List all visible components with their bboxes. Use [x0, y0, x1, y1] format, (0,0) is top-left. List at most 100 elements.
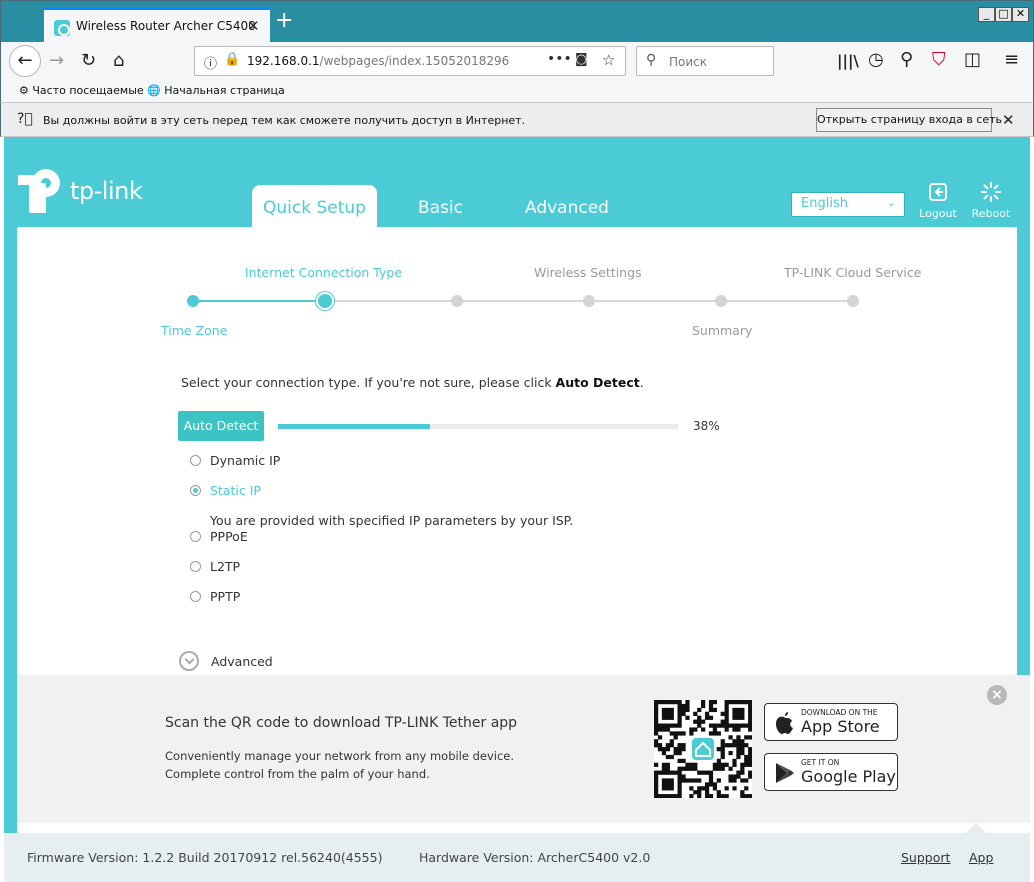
radio-static-ip[interactable]: [190, 485, 201, 496]
search-box[interactable]: ⚲ Поиск: [636, 46, 774, 76]
chevron-down-icon: ⌄: [886, 196, 896, 209]
step-label-summary: Summary: [692, 323, 753, 338]
page-footer: Firmware Version: 1.2.2 Build 20170912 r…: [4, 823, 1030, 882]
auto-detect-button[interactable]: Auto Detect: [178, 411, 264, 441]
radio-pptp[interactable]: [190, 591, 201, 602]
label-pppoe: PPPoE: [210, 529, 248, 544]
reboot-button[interactable]: Reboot: [966, 182, 1016, 220]
label-pptp: PPTP: [210, 589, 241, 604]
apple-icon: [776, 712, 793, 734]
new-tab-icon[interactable]: +: [275, 10, 293, 32]
insecure-lock-icon[interactable]: 🔒: [224, 52, 240, 67]
bookmark-most-visited[interactable]: ⚙ Часто посещаемые: [19, 84, 144, 97]
bookmark-home-page[interactable]: 🌐 Начальная страница: [147, 84, 285, 97]
url-bar[interactable]: ⓘ 🔒 192.168.0.1/webpages/index.150520182…: [194, 46, 626, 76]
close-window-icon[interactable]: ✕: [1012, 7, 1029, 22]
advanced-label: Advanced: [211, 654, 273, 669]
hardware-version: Hardware Version: ArcherC5400 v2.0: [419, 850, 651, 865]
radio-l2tp[interactable]: [190, 561, 201, 572]
search-icon: ⚲: [646, 52, 657, 68]
radio-pppoe[interactable]: [190, 531, 201, 542]
maximize-window-icon[interactable]: □: [995, 7, 1012, 22]
pocket-icon[interactable]: ◙: [575, 52, 588, 67]
logout-icon: [929, 183, 947, 201]
bookmark-label: Часто посещаемые: [32, 84, 144, 97]
tplink-favicon-icon: [54, 20, 70, 36]
zoom-search-icon[interactable]: ⚲: [900, 50, 913, 70]
tab-advanced[interactable]: Advanced: [525, 185, 609, 227]
app-link[interactable]: App: [969, 850, 993, 865]
static-ip-description: You are provided with specified IP param…: [210, 513, 574, 528]
step-dot-time-zone[interactable]: [187, 295, 199, 307]
google-play-button[interactable]: GET IT ON Google Play: [764, 753, 898, 791]
reboot-icon: [981, 182, 1001, 202]
logo-text: tp-link: [70, 177, 143, 205]
page-actions-icon[interactable]: •••: [547, 51, 572, 67]
info-icon[interactable]: ⓘ: [204, 53, 217, 72]
browser-tab[interactable]: Wireless Router Archer C5400 ✕: [44, 8, 270, 43]
step-label-wireless-settings: Wireless Settings: [534, 265, 642, 280]
home-icon[interactable]: ⌂: [113, 51, 124, 71]
tplink-logo-icon: [18, 169, 60, 213]
detect-progress-bar: [278, 424, 678, 429]
url-path: /webpages/index.1505201829667: [319, 54, 509, 68]
close-notification-icon[interactable]: ✕: [1002, 111, 1015, 129]
support-link[interactable]: Support: [901, 850, 950, 865]
help-icon: ?⃝: [17, 111, 33, 127]
tab-close-icon[interactable]: ✕: [247, 17, 260, 35]
browser-nav-bar: ← → ↻ ⌂ ⓘ 🔒 192.168.0.1/webpages/index.1…: [0, 42, 1034, 80]
tether-app-banner: × Scan the QR code to download TP-LINK T…: [17, 675, 1030, 823]
shield-icon[interactable]: ⛉: [932, 50, 946, 70]
notification-text: Вы должны войти в эту сеть перед тем как…: [43, 114, 526, 127]
label-l2tp: L2TP: [210, 559, 241, 574]
step-line-done: [193, 300, 325, 302]
label-dynamic-ip: Dynamic IP: [210, 453, 281, 468]
search-placeholder: Поиск: [669, 55, 708, 69]
language-select[interactable]: English ⌄: [791, 192, 905, 217]
tplink-logo: tp-link: [16, 167, 143, 218]
banner-line-1: Conveniently manage your network from an…: [165, 749, 515, 763]
step-dot-internet-connection[interactable]: [316, 292, 334, 310]
language-value: English: [801, 196, 848, 211]
minimize-window-icon[interactable]: _: [978, 7, 995, 22]
quick-setup-content: Time Zone Internet Connection Type Wirel…: [17, 227, 1017, 675]
app-store-big-text: App Store: [801, 717, 880, 736]
open-login-page-button[interactable]: Открыть страницу входа в сеть: [816, 108, 1002, 132]
google-play-big-text: Google Play: [801, 767, 896, 786]
app-store-button[interactable]: DOWNLOAD ON THE App Store: [764, 703, 898, 741]
radio-dynamic-ip[interactable]: [190, 455, 201, 466]
qr-code: [654, 700, 753, 799]
tab-title: Wireless Router Archer C5400: [76, 19, 256, 33]
sidebar-icon[interactable]: ◫: [964, 50, 981, 70]
back-icon[interactable]: ←: [9, 45, 41, 77]
logout-label: Logout: [919, 207, 957, 220]
step-dot-wireless: [451, 295, 463, 307]
step-dot-cloud: [847, 295, 859, 307]
reload-icon[interactable]: ↻: [81, 51, 96, 71]
instruction-prefix: Select your connection type. If you're n…: [181, 375, 556, 390]
chevron-down-circle-icon[interactable]: [179, 651, 199, 671]
logout-button[interactable]: Logout: [913, 182, 963, 220]
url-text[interactable]: 192.168.0.1/webpages/index.1505201829667: [247, 54, 509, 68]
router-page: tp-link Quick Setup Basic Advanced Engli…: [4, 137, 1030, 882]
detect-progress-percent: 38%: [693, 419, 720, 433]
menu-icon[interactable]: ≡: [1004, 50, 1019, 70]
reboot-label: Reboot: [971, 207, 1011, 220]
step-dot-summary: [715, 295, 727, 307]
library-icon[interactable]: |||\: [837, 51, 859, 71]
instruction-suffix: .: [639, 375, 644, 390]
banner-line-2: Complete control from the palm of your h…: [165, 767, 430, 781]
detect-progress-fill: [278, 424, 430, 429]
label-static-ip: Static IP: [210, 483, 261, 498]
bookmark-star-icon[interactable]: ☆: [602, 51, 615, 69]
firmware-version: Firmware Version: 1.2.2 Build 20170912 r…: [27, 850, 383, 865]
close-banner-icon[interactable]: ×: [987, 685, 1007, 705]
tab-quick-setup[interactable]: Quick Setup: [252, 185, 377, 227]
step-label-internet-connection-type: Internet Connection Type: [245, 265, 403, 280]
tab-basic[interactable]: Basic: [418, 185, 463, 227]
history-clock-icon[interactable]: ◷: [868, 50, 884, 70]
footer-divider: [17, 823, 1030, 833]
google-play-icon: [776, 763, 794, 783]
forward-icon[interactable]: →: [49, 51, 64, 71]
url-host: 192.168.0.1: [247, 54, 320, 68]
